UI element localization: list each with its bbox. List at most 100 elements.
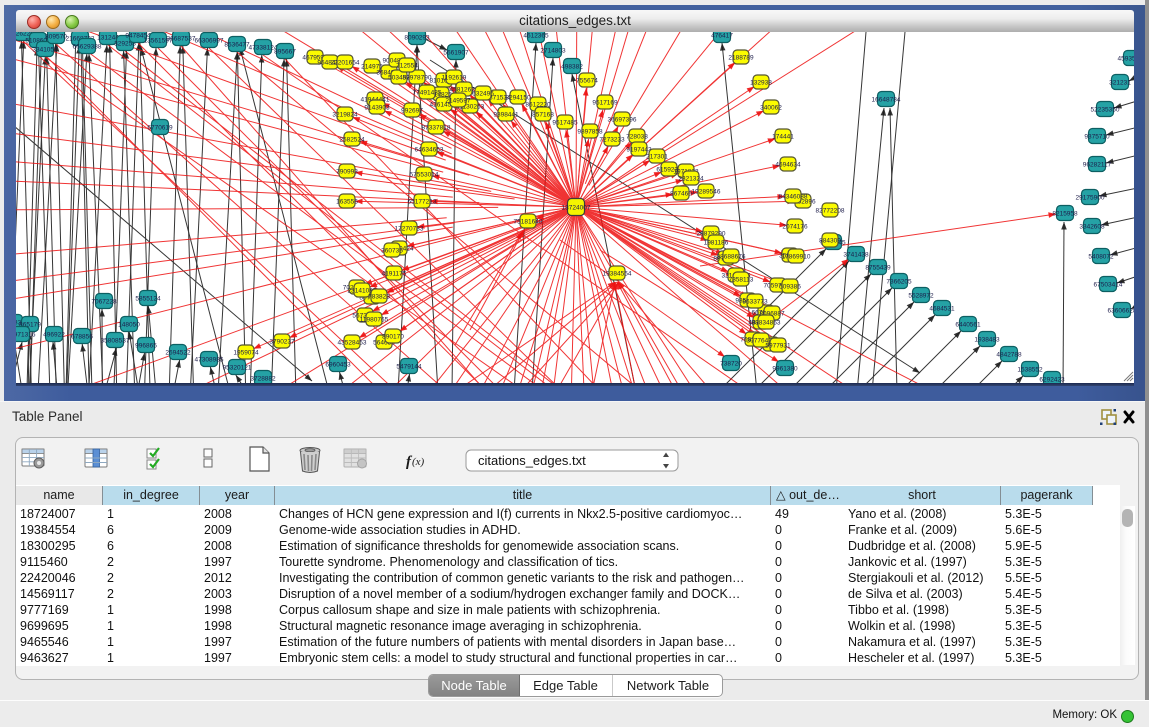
svg-text:8755439: 8755439 [865,264,891,271]
svg-text:16648784: 16648784 [872,96,901,103]
svg-text:6440561: 6440561 [955,321,981,328]
svg-text:996865: 996865 [135,342,157,349]
svg-text:5479144: 5479144 [396,363,422,370]
svg-text:148050: 148050 [118,321,140,328]
svg-text:217301: 217301 [646,153,668,160]
svg-text:5855124: 5855124 [135,295,161,302]
svg-text:755674: 755674 [576,77,598,84]
svg-text:498382: 498382 [561,63,583,70]
svg-text:36687537: 36687537 [167,35,196,42]
svg-text:9398441: 9398441 [493,111,519,118]
svg-text:4612365: 4612365 [523,32,549,39]
svg-text:7358113: 7358113 [729,276,754,283]
svg-text:8536477: 8536477 [224,41,250,48]
svg-text:174441: 174441 [772,133,794,140]
svg-text:6770619: 6770619 [147,124,173,131]
svg-text:5977931: 5977931 [765,342,791,349]
svg-text:2188789: 2188789 [728,54,754,61]
svg-text:7067228: 7067228 [91,298,117,305]
svg-text:17270733: 17270733 [395,225,424,232]
svg-text:132938: 132938 [750,79,772,86]
svg-text:340062: 340062 [760,104,782,111]
svg-text:19289546: 19289546 [692,188,721,195]
svg-text:895667: 895667 [274,48,296,55]
svg-text:38688676: 38688676 [717,253,746,260]
svg-text:95320121: 95320121 [223,364,252,371]
svg-text:632496: 632496 [472,90,494,97]
svg-text:4684531: 4684531 [929,305,955,312]
svg-text:3741438: 3741438 [843,251,869,258]
svg-text:9143903: 9143903 [364,104,390,111]
svg-text:citations_edges.txt: citations_edges.txt [478,453,586,468]
svg-text:8294150: 8294150 [505,94,531,101]
svg-text:8090293: 8090293 [404,34,430,41]
svg-text:809570: 809570 [45,33,67,40]
svg-text:890170: 890170 [382,333,404,340]
svg-text:3728882: 3728882 [250,375,276,382]
svg-text:509386: 509386 [779,283,801,290]
svg-text:18724007: 18724007 [562,204,591,211]
svg-text:9897858: 9897858 [577,128,603,135]
svg-text:3219824: 3219824 [332,111,358,118]
svg-text:43528453: 43528453 [338,339,367,346]
svg-text:57553014: 57553014 [410,171,439,178]
svg-text:4694634: 4694634 [775,161,801,168]
svg-text:1959074: 1959074 [233,349,259,356]
svg-text:22201654: 22201654 [331,59,360,66]
svg-text:36697396: 36697396 [608,116,637,123]
svg-text:3342608: 3342608 [1079,223,1105,230]
svg-text:29175900: 29175900 [1076,194,1105,201]
svg-text:738720: 738720 [720,360,742,367]
svg-text:84346088: 84346088 [779,193,808,200]
svg-text:11980765: 11980765 [360,316,389,323]
svg-text:321231: 321231 [1109,79,1131,86]
svg-text:45935572: 45935572 [1118,55,1134,62]
svg-text:9197443: 9197443 [626,146,652,153]
svg-text:7273233: 7273233 [599,136,625,143]
svg-text:9375710: 9375710 [1084,133,1110,140]
svg-text:992697: 992697 [401,107,423,114]
svg-text:52235350: 52235350 [1091,106,1120,113]
svg-text:2074176: 2074176 [782,223,808,230]
svg-text:2714803: 2714803 [540,47,566,54]
svg-text:867460: 867460 [670,190,692,197]
svg-text:360735: 360735 [381,247,403,254]
svg-text:5408072: 5408072 [1088,253,1114,260]
svg-text:2149597: 2149597 [445,97,471,104]
svg-text:67503414: 67503414 [1094,281,1123,288]
svg-text:75181648: 75181648 [514,218,543,225]
svg-text:47308985: 47308985 [195,356,224,363]
svg-text:163556: 163556 [336,198,358,205]
svg-text:8633773: 8633773 [742,298,768,305]
svg-text:96282117: 96282117 [1083,161,1112,168]
svg-text:66629388: 66629388 [73,43,102,50]
svg-text:1938483: 1938483 [974,336,1000,343]
svg-text:64634663: 64634663 [415,146,444,153]
svg-text:678856: 678856 [71,333,93,340]
svg-text:81971316: 81971316 [16,331,36,338]
svg-text:1192619: 1192619 [442,74,467,81]
svg-text:5661907: 5661907 [443,49,469,56]
svg-text:(x): (x) [412,456,425,468]
svg-text:712554: 712554 [396,62,418,69]
svg-text:4842788: 4842788 [996,351,1022,358]
svg-text:790993: 790993 [336,168,358,175]
svg-text:884309: 884309 [819,237,841,244]
svg-text:9517485: 9517485 [552,119,578,126]
svg-text:3790237: 3790237 [269,338,295,345]
svg-text:82772208: 82772208 [816,207,845,214]
svg-text:783823: 783823 [368,293,390,300]
svg-text:35808537: 35808537 [101,337,130,344]
svg-text:496922: 496922 [43,331,65,338]
svg-text:65177213: 65177213 [408,198,437,205]
svg-text:728038: 728038 [626,133,648,140]
svg-text:6292423: 6292423 [1039,376,1065,383]
svg-text:1981186: 1981186 [704,239,729,246]
svg-text:6960453: 6960453 [325,361,351,368]
svg-text:87337818: 87337818 [422,124,451,131]
svg-text:857168: 857168 [532,111,554,118]
svg-text:19384554: 19384554 [603,270,632,277]
svg-text:89978790: 89978790 [403,74,432,81]
svg-text:77491435: 77491435 [413,89,442,96]
svg-text:9961380: 9961380 [772,365,798,372]
